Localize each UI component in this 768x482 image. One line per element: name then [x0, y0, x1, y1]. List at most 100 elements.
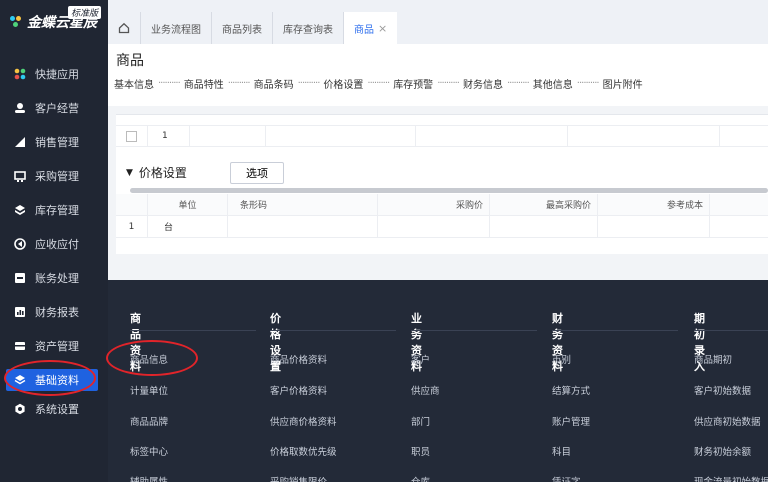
tab-inventory-query[interactable]: 库存查询表: [272, 12, 343, 44]
sidebar-item-sales[interactable]: 销售管理: [0, 125, 108, 159]
tab-label: 商品: [354, 24, 374, 36]
menu-item-finance-opening[interactable]: 财务初始余额: [694, 444, 751, 458]
menu-item-employee[interactable]: 职员: [411, 444, 430, 458]
step-basic-info[interactable]: 基本信息: [114, 76, 154, 91]
table-row[interactable]: 1: [116, 125, 768, 147]
divider: [552, 330, 678, 331]
row-number: 1: [116, 216, 148, 237]
menu-item-brand[interactable]: 商品品牌: [130, 414, 168, 428]
table-cell[interactable]: [190, 126, 266, 146]
report-icon: [13, 305, 27, 319]
menu-item-supplier-opening[interactable]: 供应商初始数据: [694, 414, 761, 428]
menu-item-warehouse[interactable]: 仓库: [411, 474, 430, 482]
menu-item-customer-price[interactable]: 客户价格资料: [270, 383, 327, 397]
menu-item-customer[interactable]: 客户: [411, 352, 430, 366]
reference-cost-cell[interactable]: [598, 216, 710, 237]
table-cell[interactable]: [568, 126, 720, 146]
menu-item-product-price[interactable]: 商品价格资料: [270, 352, 327, 366]
receivable-icon: [13, 237, 27, 251]
inventory-icon: [13, 203, 27, 217]
sidebar-item-asset[interactable]: 资产管理: [0, 329, 108, 363]
menu-item-aux-attr[interactable]: 辅助属性: [130, 474, 168, 482]
close-icon[interactable]: ×: [378, 22, 387, 35]
barcode-cell[interactable]: [228, 216, 378, 237]
menu-item-tag-center[interactable]: 标签中心: [130, 444, 168, 458]
max-purchase-price-cell[interactable]: [490, 216, 598, 237]
sidebar-item-customer[interactable]: 客户经营: [0, 91, 108, 125]
step-separator: ··········: [437, 78, 460, 89]
sidebar-item-label: 采购管理: [35, 170, 79, 183]
step-nav: 基本信息 ·········· 商品特性 ·········· 商品条码 ···…: [114, 76, 643, 91]
purchase-price-cell[interactable]: [378, 216, 490, 237]
home-icon[interactable]: [108, 12, 140, 44]
purchase-icon: [13, 169, 27, 183]
sidebar-item-quick-apps[interactable]: 快捷应用: [0, 57, 108, 91]
section-title: 价格设置: [138, 166, 187, 180]
menu-item-department[interactable]: 部门: [411, 414, 430, 428]
menu-item-cashflow-opening[interactable]: 现金流量初始数据: [694, 474, 768, 482]
header-cell: 最高采购价: [490, 194, 598, 215]
basic-data-menu: 商品资料 商品信息 计量单位 商品品牌 标签中心 辅助属性 价格设置 商品价格资…: [108, 280, 768, 482]
step-separator: ··········: [227, 78, 251, 89]
step-other-info[interactable]: 其他信息: [533, 76, 573, 91]
sidebar-item-label: 系统设置: [35, 403, 79, 416]
sidebar-item-label: 销售管理: [35, 136, 79, 149]
menu-item-subject[interactable]: 科目: [552, 444, 571, 458]
edition-badge: 标准版: [68, 6, 102, 19]
step-stock-alert[interactable]: 库存预警: [393, 76, 433, 91]
step-finance-info[interactable]: 财务信息: [463, 76, 503, 91]
sidebar-item-ledger[interactable]: 账务处理: [0, 261, 108, 295]
brand-logo[interactable]: 金蝶云星辰 标准版: [0, 0, 108, 44]
step-separator: ··········: [158, 78, 181, 89]
step-attachments[interactable]: 图片附件: [603, 76, 643, 91]
tab-product[interactable]: 商品 ×: [343, 12, 398, 44]
checkbox-cell: [116, 126, 148, 146]
tab-product-list[interactable]: 商品列表: [211, 12, 272, 44]
divider: [694, 330, 768, 331]
unit-cell[interactable]: 台: [148, 216, 228, 237]
menu-item-unit[interactable]: 计量单位: [130, 383, 168, 397]
tab-label: 业务流程图: [151, 24, 201, 36]
sidebar-item-inventory[interactable]: 库存管理: [0, 193, 108, 227]
row-checkbox[interactable]: [126, 131, 137, 142]
menu-item-price-priority[interactable]: 价格取数优先级: [270, 444, 337, 458]
tab-label: 商品列表: [222, 24, 262, 36]
menu-item-price-limit[interactable]: 采购销售限价: [270, 474, 327, 482]
customer-icon: [13, 101, 27, 115]
menu-item-currency[interactable]: 币别: [552, 352, 571, 366]
price-settings-header[interactable]: ▼ 价格设置: [126, 164, 187, 181]
step-separator: ··········: [506, 78, 530, 89]
step-product-features[interactable]: 商品特性: [184, 76, 224, 91]
horizontal-scrollbar[interactable]: [130, 188, 768, 193]
table-cell[interactable]: [266, 126, 416, 146]
step-barcode[interactable]: 商品条码: [254, 76, 294, 91]
menu-item-settlement[interactable]: 结算方式: [552, 383, 590, 397]
tab-label: 库存查询表: [283, 24, 333, 36]
sidebar-item-settings[interactable]: 系统设置: [0, 392, 108, 426]
settings-icon: [13, 402, 27, 416]
table-cell[interactable]: [416, 126, 568, 146]
sidebar-item-label: 应收应付: [35, 238, 79, 251]
menu-item-supplier-price[interactable]: 供应商价格资料: [270, 414, 337, 428]
header-cell: [116, 194, 148, 215]
sidebar-item-report[interactable]: 财务报表: [0, 295, 108, 329]
menu-item-voucher[interactable]: 凭证字: [552, 474, 581, 482]
logo-icon: [10, 16, 22, 28]
price-table: 单位 条形码 采购价 最高采购价 参考成本 1 台: [116, 194, 768, 238]
table-header: 单位 条形码 采购价 最高采购价 参考成本: [116, 194, 768, 216]
options-button[interactable]: 选项: [230, 162, 284, 184]
asset-icon: [13, 339, 27, 353]
step-price-settings[interactable]: 价格设置: [323, 76, 363, 91]
divider: [270, 330, 396, 331]
sidebar-item-label: 财务报表: [35, 306, 79, 319]
menu-item-accounts[interactable]: 账户管理: [552, 414, 590, 428]
menu-item-product-opening[interactable]: 商品期初: [694, 352, 732, 366]
menu-item-supplier[interactable]: 供应商: [411, 383, 440, 397]
tab-process-flow[interactable]: 业务流程图: [140, 12, 211, 44]
sidebar-item-label: 快捷应用: [35, 68, 79, 81]
sidebar-item-purchase[interactable]: 采购管理: [0, 159, 108, 193]
sidebar-item-label: 库存管理: [35, 204, 79, 217]
table-row[interactable]: 1 台: [116, 216, 768, 238]
menu-item-customer-opening[interactable]: 客户初始数据: [694, 383, 751, 397]
sidebar-item-receivable[interactable]: 应收应付: [0, 227, 108, 261]
